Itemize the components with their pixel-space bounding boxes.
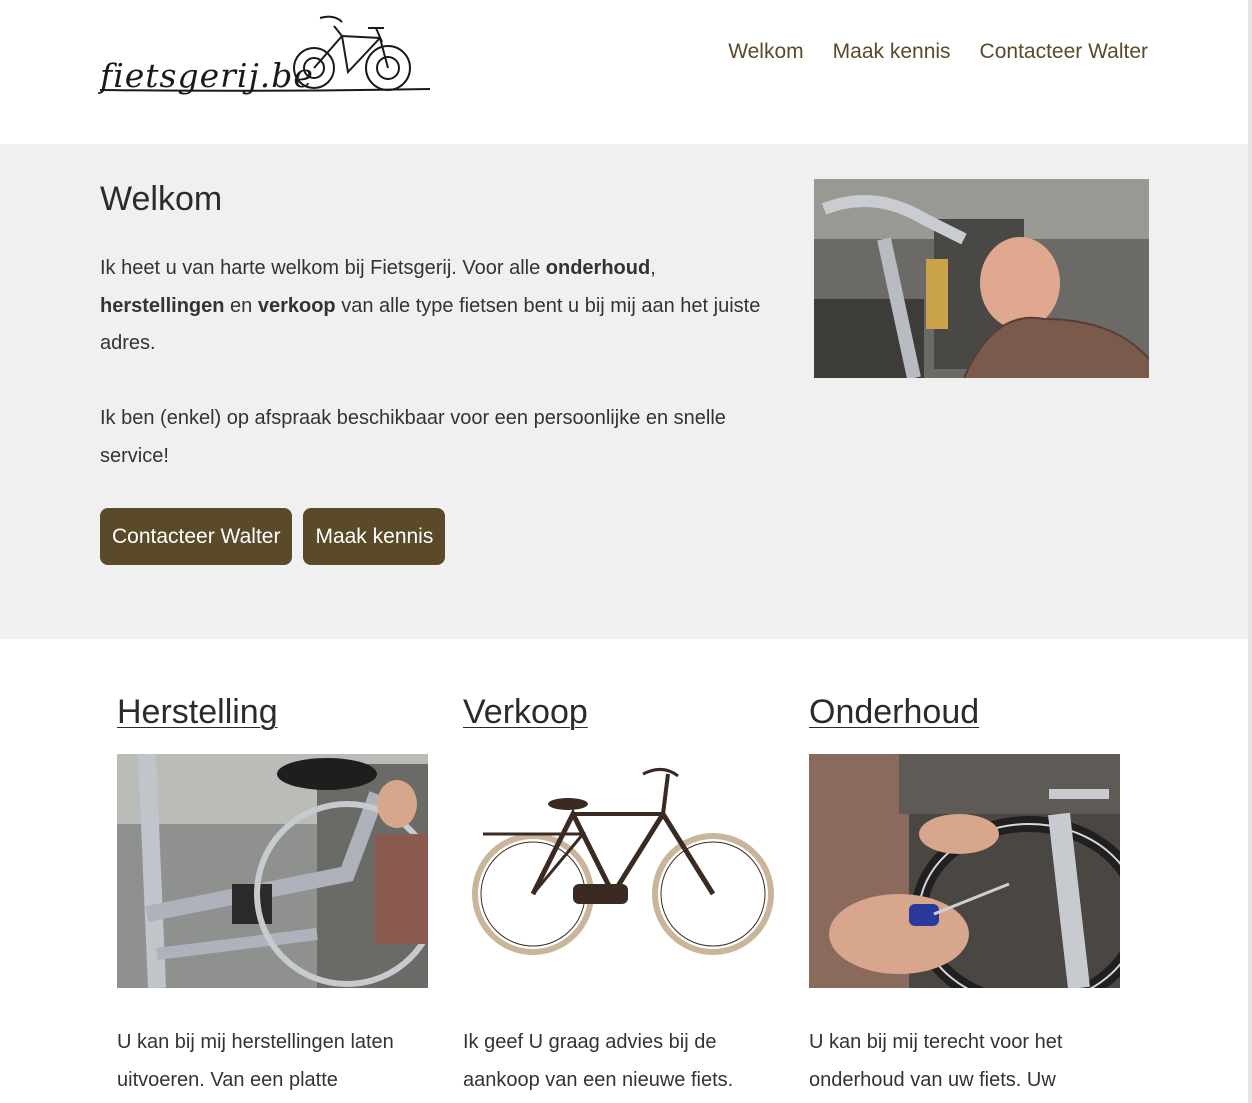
service-title-verkoop[interactable]: Verkoop bbox=[463, 693, 783, 732]
intro-text: , bbox=[650, 257, 656, 279]
intro-text: en bbox=[224, 294, 258, 317]
site-logo[interactable]: fietsgerij.be bbox=[98, 12, 432, 95]
contact-walter-button[interactable]: Contacteer Walter bbox=[100, 508, 293, 565]
main-nav: Welkom Maak kennis Contacteer Walter bbox=[728, 40, 1148, 64]
maak-kennis-button[interactable]: Maak kennis bbox=[303, 508, 446, 565]
bold-verkoop: verkoop bbox=[257, 294, 336, 317]
services-section: Herstelling U kan bij mij herstellingen … bbox=[0, 639, 1252, 1103]
service-title-herstelling[interactable]: Herstelling bbox=[117, 693, 437, 732]
page-scrollbar[interactable] bbox=[1248, 0, 1252, 1103]
walter-workshop-photo bbox=[814, 179, 1149, 378]
service-text-herstelling: U kan bij mij herstellingen laten uitvoe… bbox=[117, 1031, 394, 1091]
service-card-onderhoud: Onderhoud U kan bij mij terecht voor het… bbox=[809, 693, 1129, 1099]
logo-text: fietsgerij.be bbox=[100, 56, 314, 95]
service-text-onderhoud: U kan bij mij terecht voor het onderhoud… bbox=[809, 1031, 1063, 1091]
bold-onderhoud: onderhoud bbox=[545, 257, 651, 279]
nav-welkom[interactable]: Welkom bbox=[728, 40, 803, 64]
hero-intro: Ik heet u van harte welkom bij Fietsgeri… bbox=[100, 250, 770, 475]
onderhoud-photo bbox=[809, 754, 1120, 988]
hero-buttons: Contacteer Walter Maak kennis bbox=[100, 508, 446, 565]
service-text-verkoop: Ik geef U graag advies bij de aankoop va… bbox=[463, 1031, 734, 1091]
intro-paragraph-1: Ik heet u van harte welkom bij Fietsgeri… bbox=[100, 250, 770, 363]
bold-herstellingen: herstellingen bbox=[100, 294, 225, 317]
nav-contacteer-walter[interactable]: Contacteer Walter bbox=[980, 40, 1148, 64]
hero-section: Welkom Ik heet u van harte welkom bij Fi… bbox=[0, 144, 1252, 639]
service-card-herstelling: Herstelling U kan bij mij herstellingen … bbox=[117, 693, 437, 1099]
herstelling-photo bbox=[117, 754, 428, 988]
verkoop-bicycle-photo bbox=[463, 754, 774, 988]
intro-text: Ik heet u van harte welkom bij Fietsgeri… bbox=[100, 257, 546, 279]
service-card-verkoop: Verkoop Ik geef U graag advies bij de aa… bbox=[463, 693, 783, 1099]
intro-paragraph-2: Ik ben (enkel) op afspraak beschikbaar v… bbox=[100, 407, 726, 467]
hero-title: Welkom bbox=[100, 180, 223, 218]
nav-maak-kennis[interactable]: Maak kennis bbox=[833, 40, 951, 64]
service-title-onderhoud[interactable]: Onderhoud bbox=[809, 693, 1129, 732]
site-header: fietsgerij.be Welkom Maak kennis Contact… bbox=[0, 0, 1252, 144]
